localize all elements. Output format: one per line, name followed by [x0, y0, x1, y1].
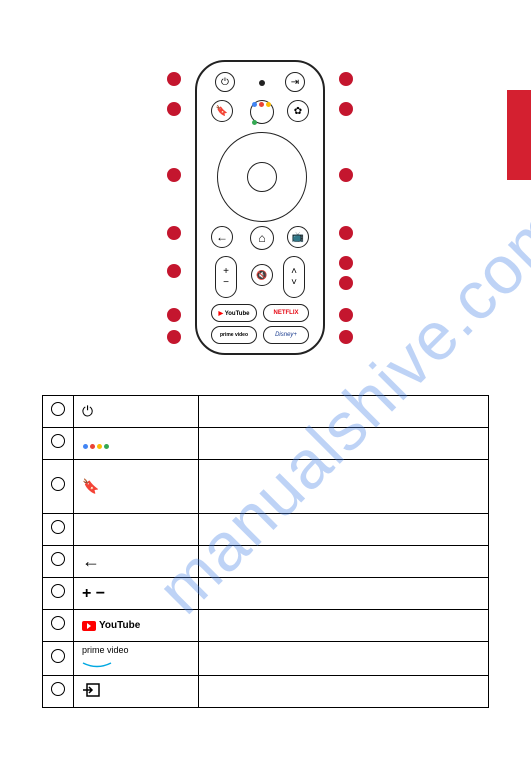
disney-button: Disney+	[263, 326, 309, 344]
assistant-button	[250, 100, 274, 124]
row-marker-icon	[51, 649, 65, 663]
row-marker-icon	[51, 434, 65, 448]
youtube-button: ▶ YouTube	[211, 304, 257, 322]
callout-dot	[339, 168, 353, 182]
back-button: ←	[211, 226, 233, 248]
callout-dot	[167, 168, 181, 182]
desc-cell	[199, 642, 489, 676]
power-icon: ⏻	[74, 396, 199, 428]
bookmark-button: 🔖	[211, 100, 233, 122]
table-row	[43, 676, 489, 708]
dpad-ok	[247, 162, 277, 192]
assistant-icon	[74, 428, 199, 460]
desc-cell	[199, 428, 489, 460]
vol-up-icon: +	[223, 266, 229, 277]
primevideo-swoosh-icon	[82, 662, 112, 668]
vol-down-icon: −	[223, 277, 229, 288]
callout-dot	[167, 226, 181, 240]
youtube-icon: YouTube	[74, 610, 199, 642]
settings-button: ✿	[287, 100, 309, 122]
table-row: 🔖	[43, 460, 489, 514]
primevideo-icon: prime video	[74, 642, 199, 676]
callout-dot	[167, 72, 181, 86]
ch-down-icon: ˅	[291, 277, 297, 288]
callout-dot	[339, 72, 353, 86]
table-row: YouTube	[43, 610, 489, 642]
primevideo-button: prime video	[211, 326, 257, 344]
guide-button: 📺	[287, 226, 309, 248]
desc-cell	[199, 514, 489, 546]
volume-icon: + −	[74, 578, 199, 610]
remote-body: ⏻ ⇥ 🔖 ✿ ← ⌂ 📺 + − 🔇 ˄ ˅ ▶ YouTu	[195, 60, 325, 355]
callout-dot	[339, 226, 353, 240]
desc-cell	[199, 396, 489, 428]
table-row	[43, 428, 489, 460]
row-marker-icon	[51, 477, 65, 491]
row-marker-icon	[51, 584, 65, 598]
row-marker-icon	[51, 682, 65, 696]
row-marker-icon	[51, 402, 65, 416]
callout-dot	[339, 102, 353, 116]
led-indicator	[259, 80, 265, 86]
callout-dot	[339, 276, 353, 290]
bookmark-icon: 🔖	[74, 460, 199, 514]
netflix-icon: NETFLIX	[274, 310, 299, 316]
desc-cell	[199, 676, 489, 708]
youtube-icon: ▶ YouTube	[219, 310, 250, 317]
table-row	[43, 514, 489, 546]
channel-rocker: ˄ ˅	[283, 256, 305, 298]
input-icon	[74, 676, 199, 708]
assistant-icon	[251, 94, 273, 130]
dpad-icon	[74, 514, 199, 546]
callout-dot	[339, 308, 353, 322]
disney-icon: Disney+	[275, 332, 297, 338]
callout-dot	[167, 308, 181, 322]
row-marker-icon	[51, 520, 65, 534]
table-row: prime video	[43, 642, 489, 676]
table-row: ←	[43, 546, 489, 578]
desc-cell	[199, 546, 489, 578]
callout-dot	[167, 330, 181, 344]
desc-cell	[199, 578, 489, 610]
callout-dot	[339, 256, 353, 270]
row-marker-icon	[51, 616, 65, 630]
ch-up-icon: ˄	[291, 266, 297, 277]
desc-cell	[199, 610, 489, 642]
desc-cell	[199, 460, 489, 514]
power-button: ⏻	[215, 72, 235, 92]
callout-dot	[339, 330, 353, 344]
input-source-icon	[82, 683, 100, 697]
netflix-button: NETFLIX	[263, 304, 309, 322]
back-icon: ←	[74, 546, 199, 578]
row-marker-icon	[51, 552, 65, 566]
page-side-tab	[507, 90, 531, 180]
remote-illustration: ⏻ ⇥ 🔖 ✿ ← ⌂ 📺 + − 🔇 ˄ ˅ ▶ YouTu	[195, 60, 325, 355]
table-row: ⏻	[43, 396, 489, 428]
volume-rocker: + −	[215, 256, 237, 298]
input-button: ⇥	[285, 72, 305, 92]
table-row: + −	[43, 578, 489, 610]
home-button: ⌂	[250, 226, 274, 250]
callout-dot	[167, 102, 181, 116]
primevideo-icon: prime video	[220, 332, 248, 338]
callout-dot	[167, 264, 181, 278]
button-legend-table: ⏻ 🔖 ← + −	[42, 395, 489, 708]
mute-button: 🔇	[251, 264, 273, 286]
